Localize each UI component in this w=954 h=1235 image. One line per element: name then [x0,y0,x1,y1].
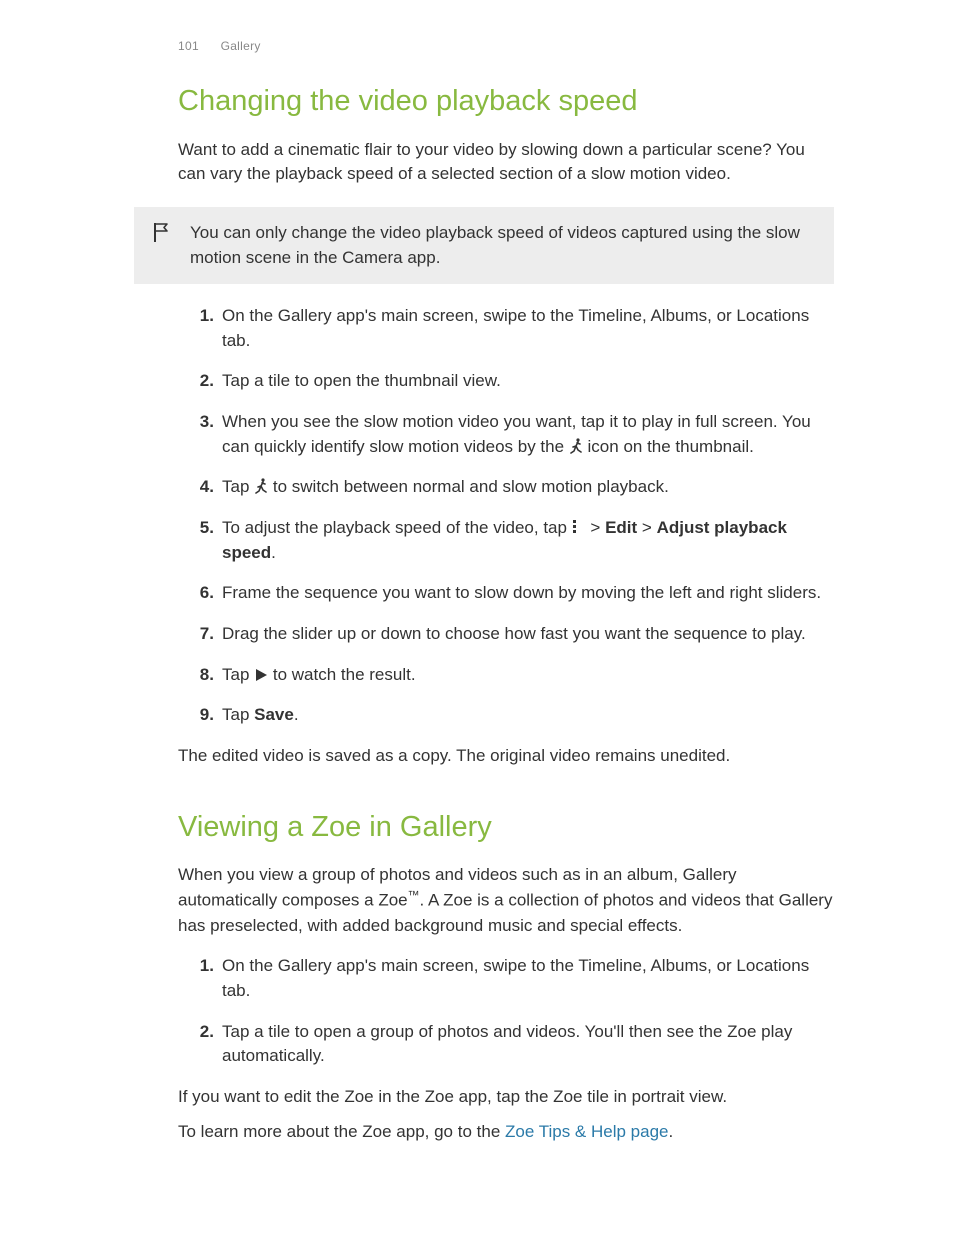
heading-changing-playback-speed: Changing the video playback speed [178,83,834,119]
play-icon [254,668,268,682]
step-item: Tap Save. [178,703,834,728]
step-item: Tap a tile to open the thumbnail view. [178,369,834,394]
note-text: You can only change the video playback s… [190,223,800,267]
step-item: Tap to watch the result. [178,663,834,688]
header-section-name: Gallery [221,39,261,53]
steps-list-1: On the Gallery app's main screen, swipe … [178,304,834,728]
outro-paragraph-3: To learn more about the Zoe app, go to t… [178,1120,834,1145]
step-item: Tap a tile to open a group of photos and… [178,1020,834,1069]
outro-paragraph-2: If you want to edit the Zoe in the Zoe a… [178,1085,834,1110]
running-man-icon [254,478,268,494]
running-man-icon [569,438,583,454]
page-number: 101 [178,39,199,53]
step-item: When you see the slow motion video you w… [178,410,834,459]
step-item: On the Gallery app's main screen, swipe … [178,954,834,1003]
step-item: To adjust the playback speed of the vide… [178,516,834,565]
step-item: Tap to switch between normal and slow mo… [178,475,834,500]
steps-list-2: On the Gallery app's main screen, swipe … [178,954,834,1069]
heading-viewing-zoe: Viewing a Zoe in Gallery [178,809,834,845]
trademark-symbol: ™ [408,888,420,902]
note-box: You can only change the video playback s… [134,207,834,284]
overflow-menu-icon [572,519,586,535]
zoe-tips-help-link[interactable]: Zoe Tips & Help page [505,1122,668,1141]
outro-paragraph-1: The edited video is saved as a copy. The… [178,744,834,769]
step-item: Frame the sequence you want to slow down… [178,581,834,606]
step-item: Drag the slider up or down to choose how… [178,622,834,647]
step-item: On the Gallery app's main screen, swipe … [178,304,834,353]
flag-icon [152,221,172,251]
intro-paragraph-1: Want to add a cinematic flair to your vi… [178,138,834,187]
page-header: 101 Gallery [178,38,834,55]
menu-edit-label: Edit [605,518,637,537]
save-label: Save [254,705,294,724]
intro-paragraph-2: When you view a group of photos and vide… [178,863,834,939]
document-page: 101 Gallery Changing the video playback … [0,0,954,1194]
